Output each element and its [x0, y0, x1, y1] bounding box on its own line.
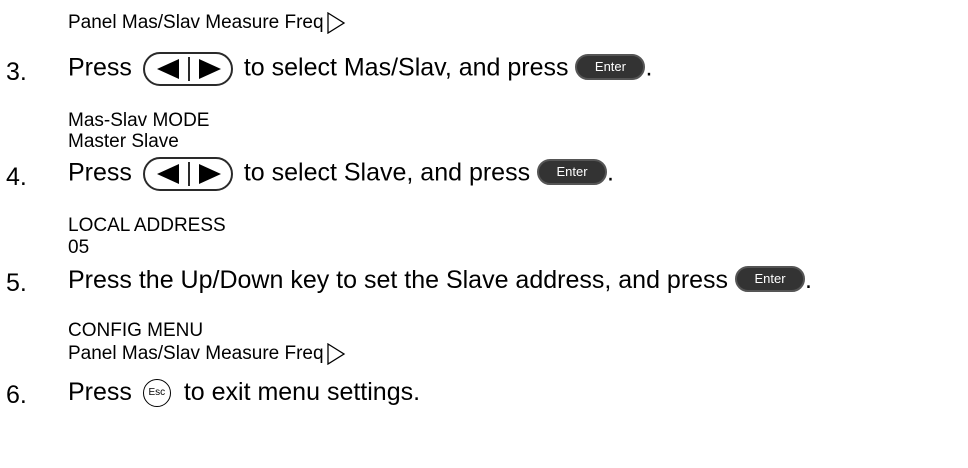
lcd-display-line: Panel Mas/Slav Measure Freq	[68, 12, 346, 34]
step-number: 4.	[6, 163, 27, 191]
right-arrow-icon	[198, 164, 221, 184]
key-divider	[187, 57, 190, 81]
step-text: Press	[68, 158, 132, 187]
right-triangle-outline-icon	[326, 343, 345, 365]
step-text: Press	[68, 378, 132, 406]
step-period: .	[805, 266, 812, 294]
key-divider	[187, 162, 190, 186]
step-text: Press the Up/Down key to set the Slave a…	[68, 266, 729, 294]
left-right-arrow-keys-icon	[142, 157, 233, 191]
enter-key-icon: Enter	[537, 159, 608, 185]
step-6: Press Esc to exit menu settings.	[68, 377, 421, 408]
lcd-display-line: LOCAL ADDRESS	[68, 215, 226, 236]
step-4: Press to select Slave, and press Enter.	[68, 157, 614, 191]
step-period: .	[645, 53, 653, 82]
lcd-display-line: Panel Mas/Slav Measure Freq	[68, 343, 346, 365]
step-text: to exit menu settings.	[183, 378, 421, 406]
lcd-display-line: Mas-Slav MODE	[68, 110, 210, 131]
left-arrow-icon	[156, 59, 179, 79]
lcd-display-line: 05	[68, 237, 90, 258]
lcd-text: Panel Mas/Slav Measure Freq	[68, 12, 324, 34]
lcd-display-line: CONFIG MENU	[68, 320, 204, 341]
step-number: 6.	[6, 381, 27, 409]
left-right-arrow-keys-icon	[142, 52, 233, 86]
step-number: 3.	[6, 58, 27, 86]
right-triangle-outline-icon	[326, 12, 345, 34]
enter-key-icon: Enter	[575, 54, 646, 80]
step-text: Press	[68, 53, 132, 82]
step-number: 5.	[6, 269, 27, 297]
step-5: Press the Up/Down key to set the Slave a…	[68, 265, 812, 296]
enter-key-icon: Enter	[735, 266, 806, 293]
lcd-display-line: Master Slave	[68, 131, 179, 152]
step-text: to select Slave, and press	[243, 158, 531, 187]
step-3: Press to select Mas/Slav, and press Ente…	[68, 52, 652, 86]
right-arrow-icon	[198, 59, 221, 79]
left-arrow-icon	[156, 164, 179, 184]
step-text: to select Mas/Slav, and press	[243, 53, 569, 82]
lcd-text: Panel Mas/Slav Measure Freq	[68, 343, 324, 365]
esc-key-icon: Esc	[142, 379, 171, 408]
step-period: .	[607, 158, 614, 187]
